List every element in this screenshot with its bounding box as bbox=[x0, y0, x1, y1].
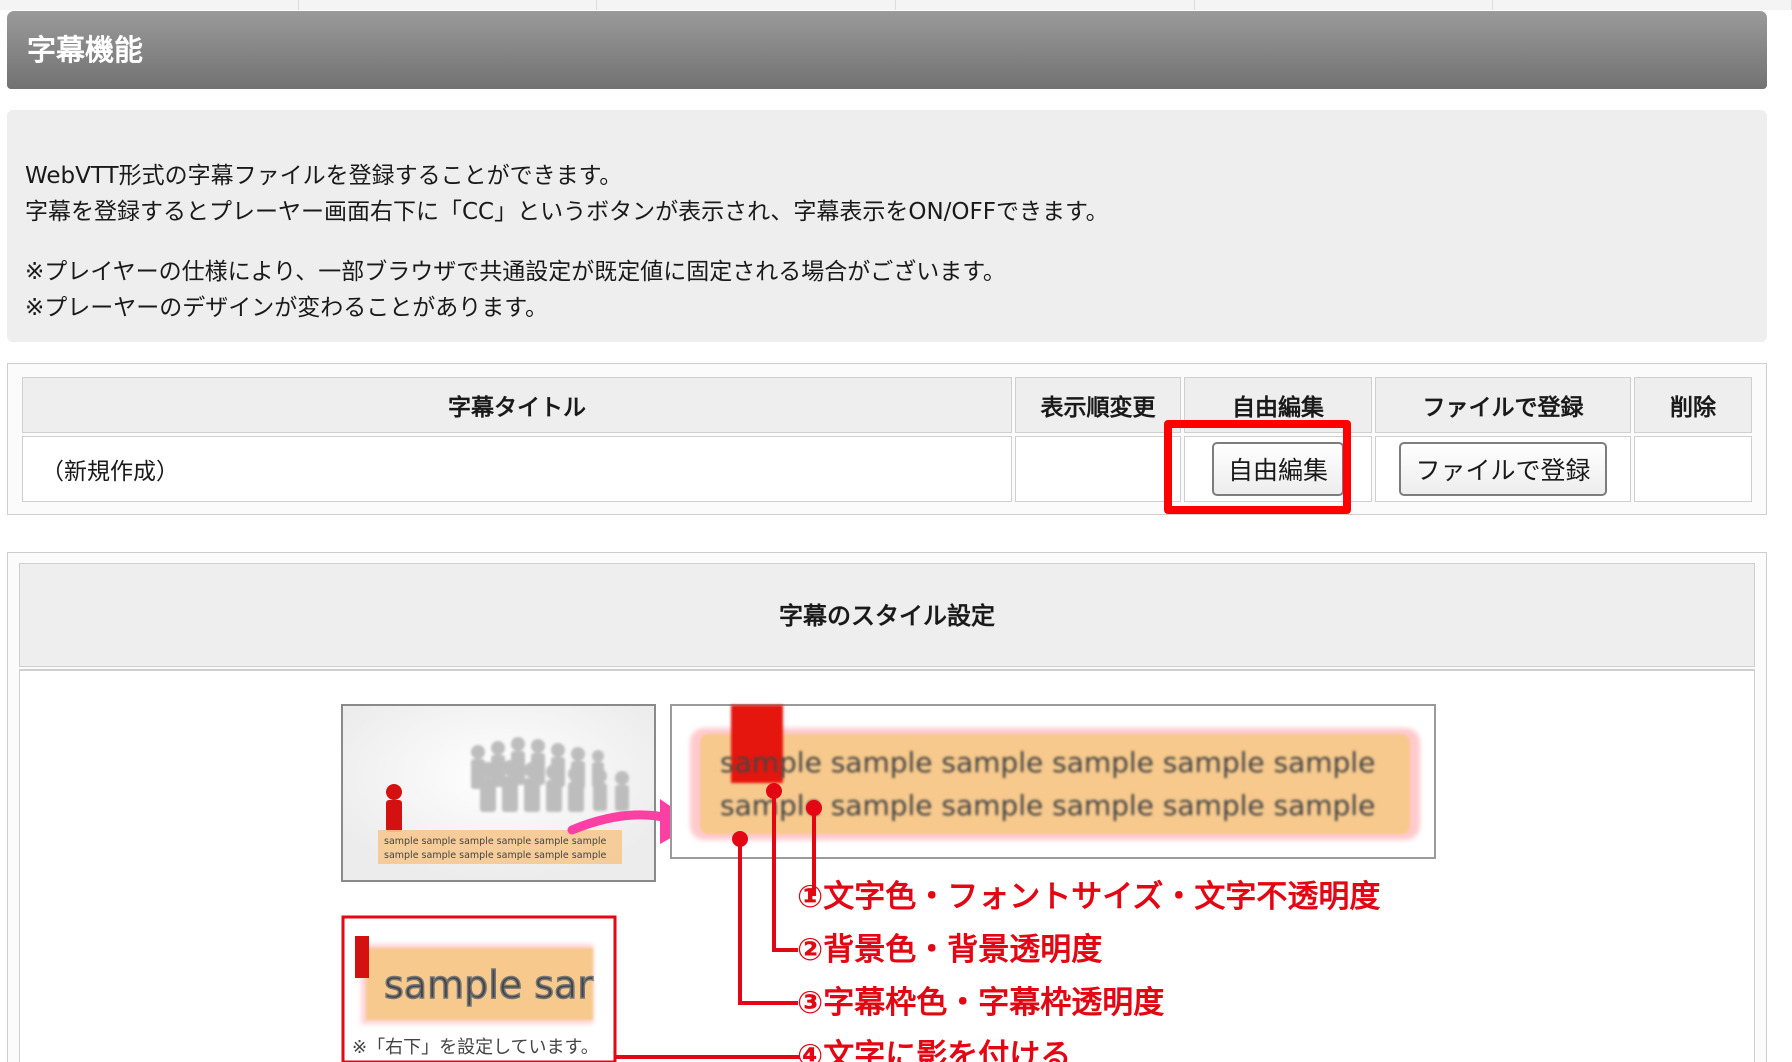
top-tab[interactable] bbox=[1194, 0, 1494, 10]
free-edit-button[interactable]: 自由編集 bbox=[1211, 442, 1344, 496]
column-header-free-edit: 自由編集 bbox=[1184, 377, 1372, 433]
section-title: 字幕機能 bbox=[7, 11, 1767, 89]
style-settings-title: 字幕のスタイル設定 bbox=[19, 563, 1755, 667]
info-note: ※プレイヤーの仕様により、一部ブラウザで共通設定が既定値に固定される場合がござい… bbox=[25, 259, 1006, 285]
file-register-button[interactable]: ファイルで登録 bbox=[1399, 442, 1607, 496]
subtitle-title-cell: （新規作成） bbox=[22, 436, 1012, 502]
info-line: WebVTT形式の字幕ファイルを登録することができます。 bbox=[25, 163, 623, 189]
top-tab[interactable] bbox=[298, 0, 598, 10]
column-header-delete: 削除 bbox=[1634, 377, 1752, 433]
info-box: WebVTT形式の字幕ファイルを登録することができます。 字幕を登録するとプレー… bbox=[7, 110, 1767, 342]
top-tab[interactable] bbox=[0, 0, 299, 10]
delete-cell bbox=[1634, 436, 1752, 502]
top-tab-strip bbox=[0, 0, 1792, 10]
column-header-file-register: ファイルで登録 bbox=[1375, 377, 1631, 433]
top-tab[interactable] bbox=[896, 0, 1195, 10]
table-row: （新規作成） 自由編集 ファイルで登録 bbox=[22, 436, 1752, 502]
style-settings-body bbox=[19, 669, 1755, 1062]
info-line: 字幕を登録するとプレーヤー画面右下に「CC」というボタンが表示され、字幕表示をO… bbox=[25, 199, 1109, 225]
top-tab[interactable] bbox=[1493, 0, 1792, 10]
free-edit-cell: 自由編集 bbox=[1184, 436, 1372, 502]
info-note: ※プレーヤーのデザインが変わることがあります。 bbox=[25, 295, 548, 321]
column-header-order: 表示順変更 bbox=[1015, 377, 1181, 433]
top-tab[interactable] bbox=[597, 0, 897, 10]
column-header-title: 字幕タイトル bbox=[22, 377, 1012, 433]
order-cell bbox=[1015, 436, 1181, 502]
file-register-cell: ファイルで登録 bbox=[1375, 436, 1631, 502]
style-settings-panel: 字幕のスタイル設定 bbox=[7, 552, 1767, 1062]
subtitle-table: 字幕タイトル 表示順変更 自由編集 ファイルで登録 削除 （新規作成） 自由編集… bbox=[19, 374, 1755, 505]
subtitle-table-panel: 字幕タイトル 表示順変更 自由編集 ファイルで登録 削除 （新規作成） 自由編集… bbox=[7, 363, 1767, 515]
